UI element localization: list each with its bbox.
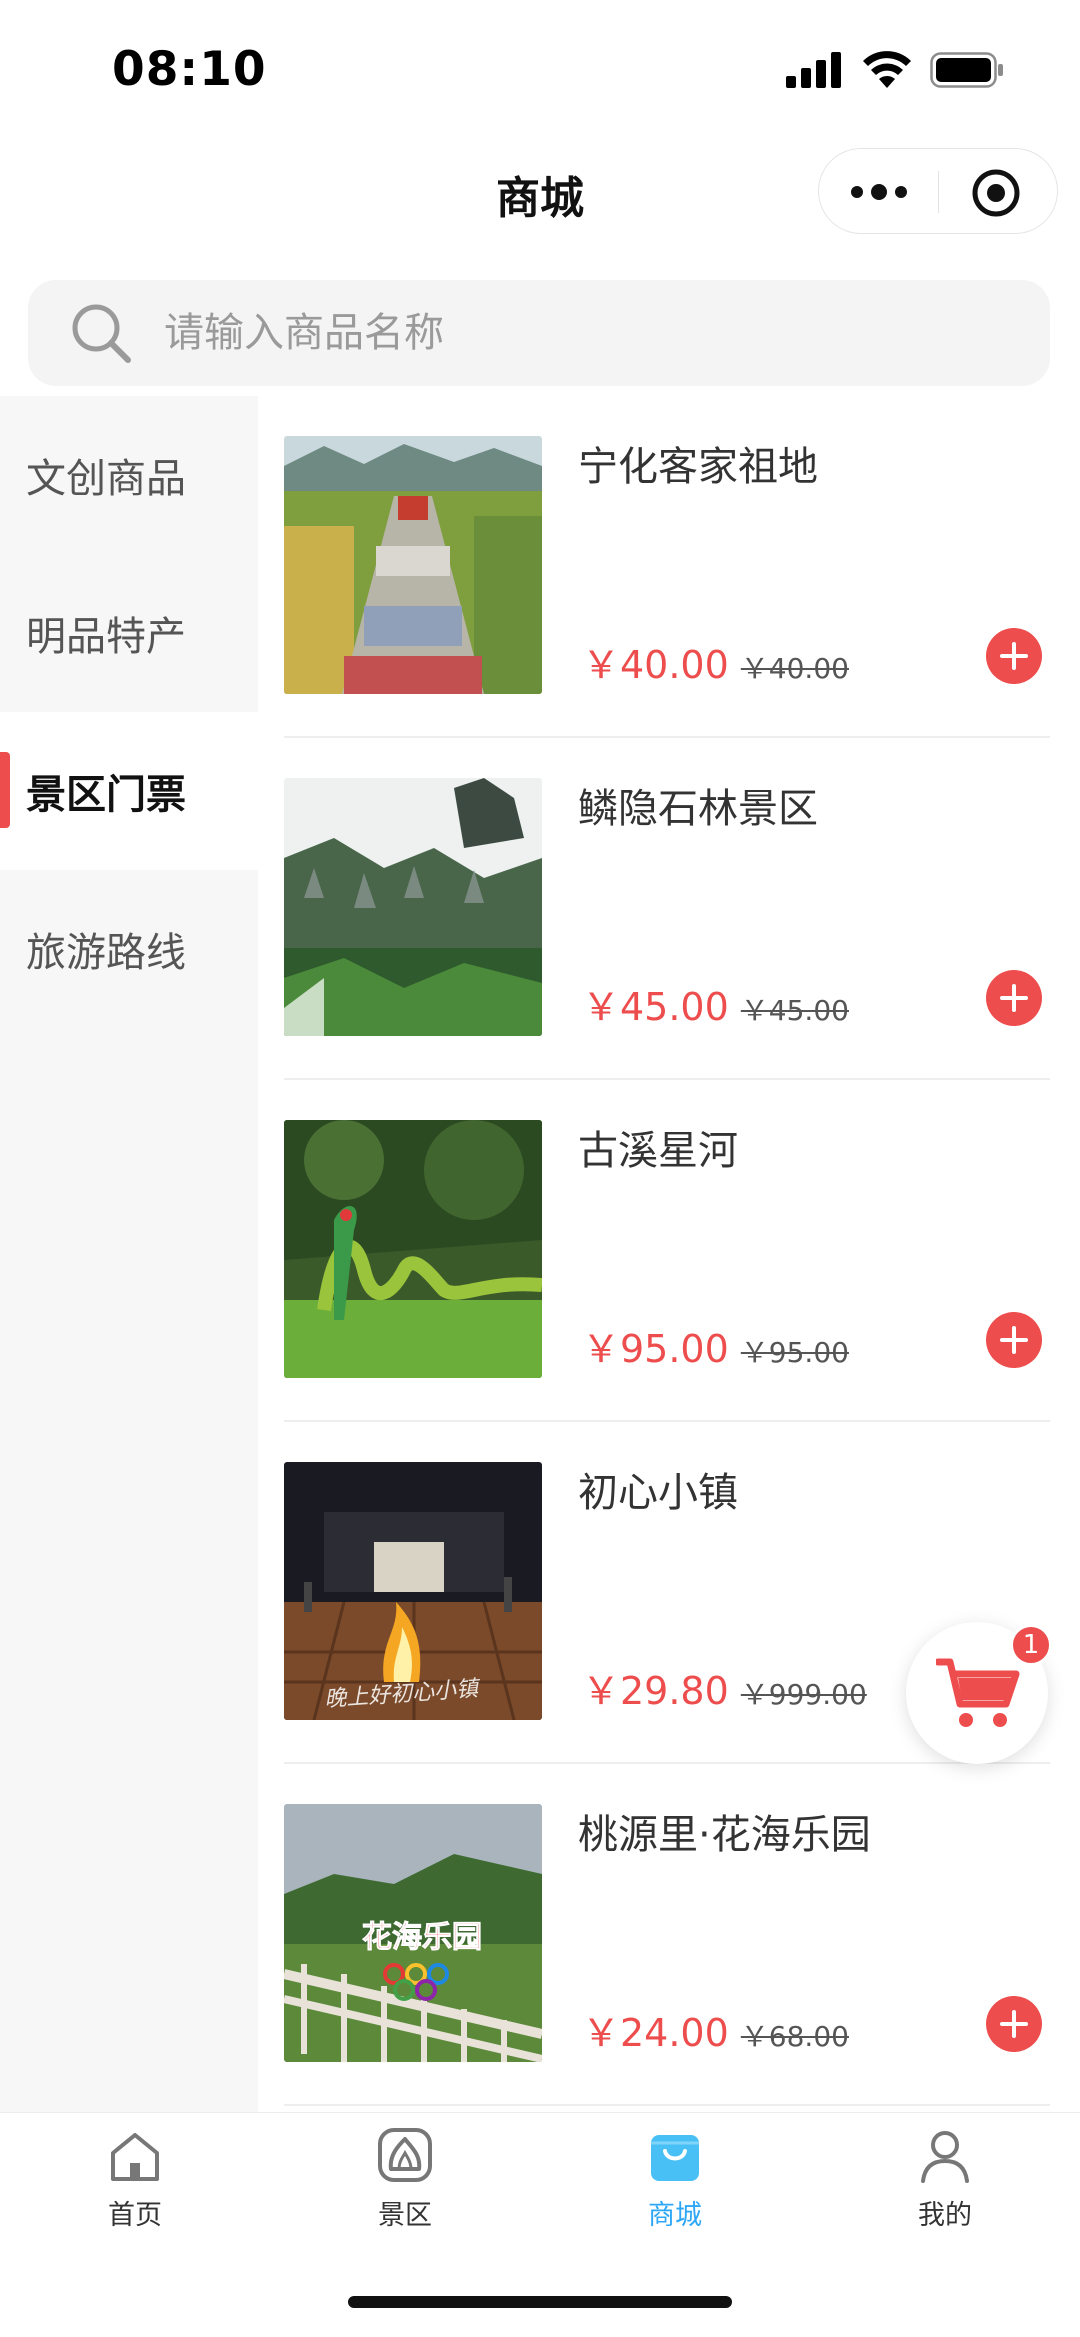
tab-home[interactable]: 首页 [0, 2113, 270, 2243]
signal-icon [786, 52, 841, 88]
current-price: ￥29.80 [582, 1669, 729, 1713]
current-price: ￥24.00 [582, 2011, 729, 2055]
original-price: ￥95.00 [740, 1336, 849, 1369]
product-item[interactable]: 宁化客家祖地 ￥40.00 ￥40.00 [258, 396, 1080, 738]
capsule-divider [938, 171, 939, 213]
search-bar[interactable] [28, 280, 1050, 386]
product-item[interactable]: 古溪星河 ￥95.00 ￥95.00 [258, 1080, 1080, 1422]
search-icon [72, 304, 131, 363]
category-label: 文创商品 [26, 456, 186, 502]
product-price: ￥24.00 ￥68.00 [582, 2002, 849, 2057]
original-price: ￥40.00 [740, 652, 849, 685]
product-image[interactable]: 花海乐园 [284, 1804, 542, 2062]
product-image[interactable]: 晚上好初心小镇 [284, 1462, 542, 1720]
shopping-bag-icon [651, 2135, 699, 2181]
add-to-cart-button[interactable] [986, 970, 1042, 1026]
category-label: 旅游路线 [26, 930, 186, 976]
category-sidebar: 文创商品 明品特产 景区门票 旅游路线 [0, 396, 258, 2112]
original-price: ￥45.00 [740, 994, 849, 1027]
product-name: 初心小镇 [578, 1470, 738, 1516]
tab-label: 首页 [108, 2200, 162, 2231]
user-icon [921, 2131, 969, 2183]
category-label: 景区门票 [26, 772, 186, 818]
product-name: 宁化客家祖地 [578, 444, 818, 490]
status-time: 08:10 [112, 42, 267, 97]
home-icon [111, 2133, 159, 2181]
product-list: 宁化客家祖地 ￥40.00 ￥40.00 鳞隐石林景区 ￥45.00 ￥45.0… [258, 396, 1080, 2112]
add-to-cart-button[interactable] [986, 628, 1042, 684]
active-indicator [0, 752, 10, 828]
product-item[interactable]: 花海乐园 桃源里·花海乐园 ￥24.00 ￥68.00 [258, 1764, 1080, 2106]
category-item-techan[interactable]: 明品特产 [0, 554, 258, 712]
product-image[interactable] [284, 778, 542, 1036]
product-image[interactable] [284, 436, 542, 694]
product-item[interactable]: 鳞隐石林景区 ￥45.00 ￥45.00 [258, 738, 1080, 1080]
tab-label: 我的 [918, 2200, 972, 2231]
product-name: 桃源里·花海乐园 [578, 1812, 871, 1858]
product-price: ￥45.00 ￥45.00 [582, 976, 849, 1031]
category-label: 明品特产 [26, 614, 186, 660]
cart-count-badge: 1 [1010, 1624, 1052, 1666]
category-item-routes[interactable]: 旅游路线 [0, 870, 258, 1028]
tab-label: 景区 [378, 2200, 432, 2231]
mini-program-capsule [818, 148, 1058, 234]
floating-cart-button[interactable]: 1 [906, 1622, 1052, 1764]
image-sign-text: 花海乐园 [362, 1920, 483, 1956]
close-target-icon[interactable] [971, 168, 1021, 218]
product-name: 鳞隐石林景区 [578, 786, 818, 832]
tab-scenic[interactable]: 景区 [270, 2113, 540, 2243]
tab-label: 商城 [648, 2200, 702, 2231]
battery-icon [930, 52, 1003, 88]
current-price: ￥40.00 [582, 643, 729, 687]
status-bar: 08:10 [0, 0, 1080, 132]
shopping-cart-icon [936, 1658, 1020, 1727]
category-item-wenchuang[interactable]: 文创商品 [0, 396, 258, 554]
product-name: 古溪星河 [578, 1128, 738, 1174]
scenic-icon [378, 2128, 432, 2182]
home-indicator [348, 2296, 732, 2308]
product-price: ￥29.80 ￥999.00 [582, 1660, 867, 1715]
tab-mine[interactable]: 我的 [810, 2113, 1080, 2243]
category-item-tickets[interactable]: 景区门票 [0, 712, 258, 870]
product-image[interactable] [284, 1120, 542, 1378]
current-price: ￥95.00 [582, 1327, 729, 1371]
mall-page: 08:10 商城 请输入商品名称 文创商品 明品特产 景区门票 旅游路线 宁化客… [0, 0, 1080, 2337]
current-price: ￥45.00 [582, 985, 729, 1029]
tab-mall[interactable]: 商城 [540, 2113, 810, 2243]
original-price: ￥68.00 [740, 2020, 849, 2053]
add-to-cart-button[interactable] [986, 1996, 1042, 2052]
wifi-icon [863, 51, 911, 88]
nav-bar: 商城 [0, 132, 1080, 252]
add-to-cart-button[interactable] [986, 1312, 1042, 1368]
more-icon[interactable] [847, 173, 911, 211]
divider [284, 2104, 1050, 2106]
search-input[interactable] [164, 302, 1004, 364]
product-price: ￥40.00 ￥40.00 [582, 634, 849, 689]
original-price: ￥999.00 [740, 1678, 867, 1711]
product-price: ￥95.00 ￥95.00 [582, 1318, 849, 1373]
